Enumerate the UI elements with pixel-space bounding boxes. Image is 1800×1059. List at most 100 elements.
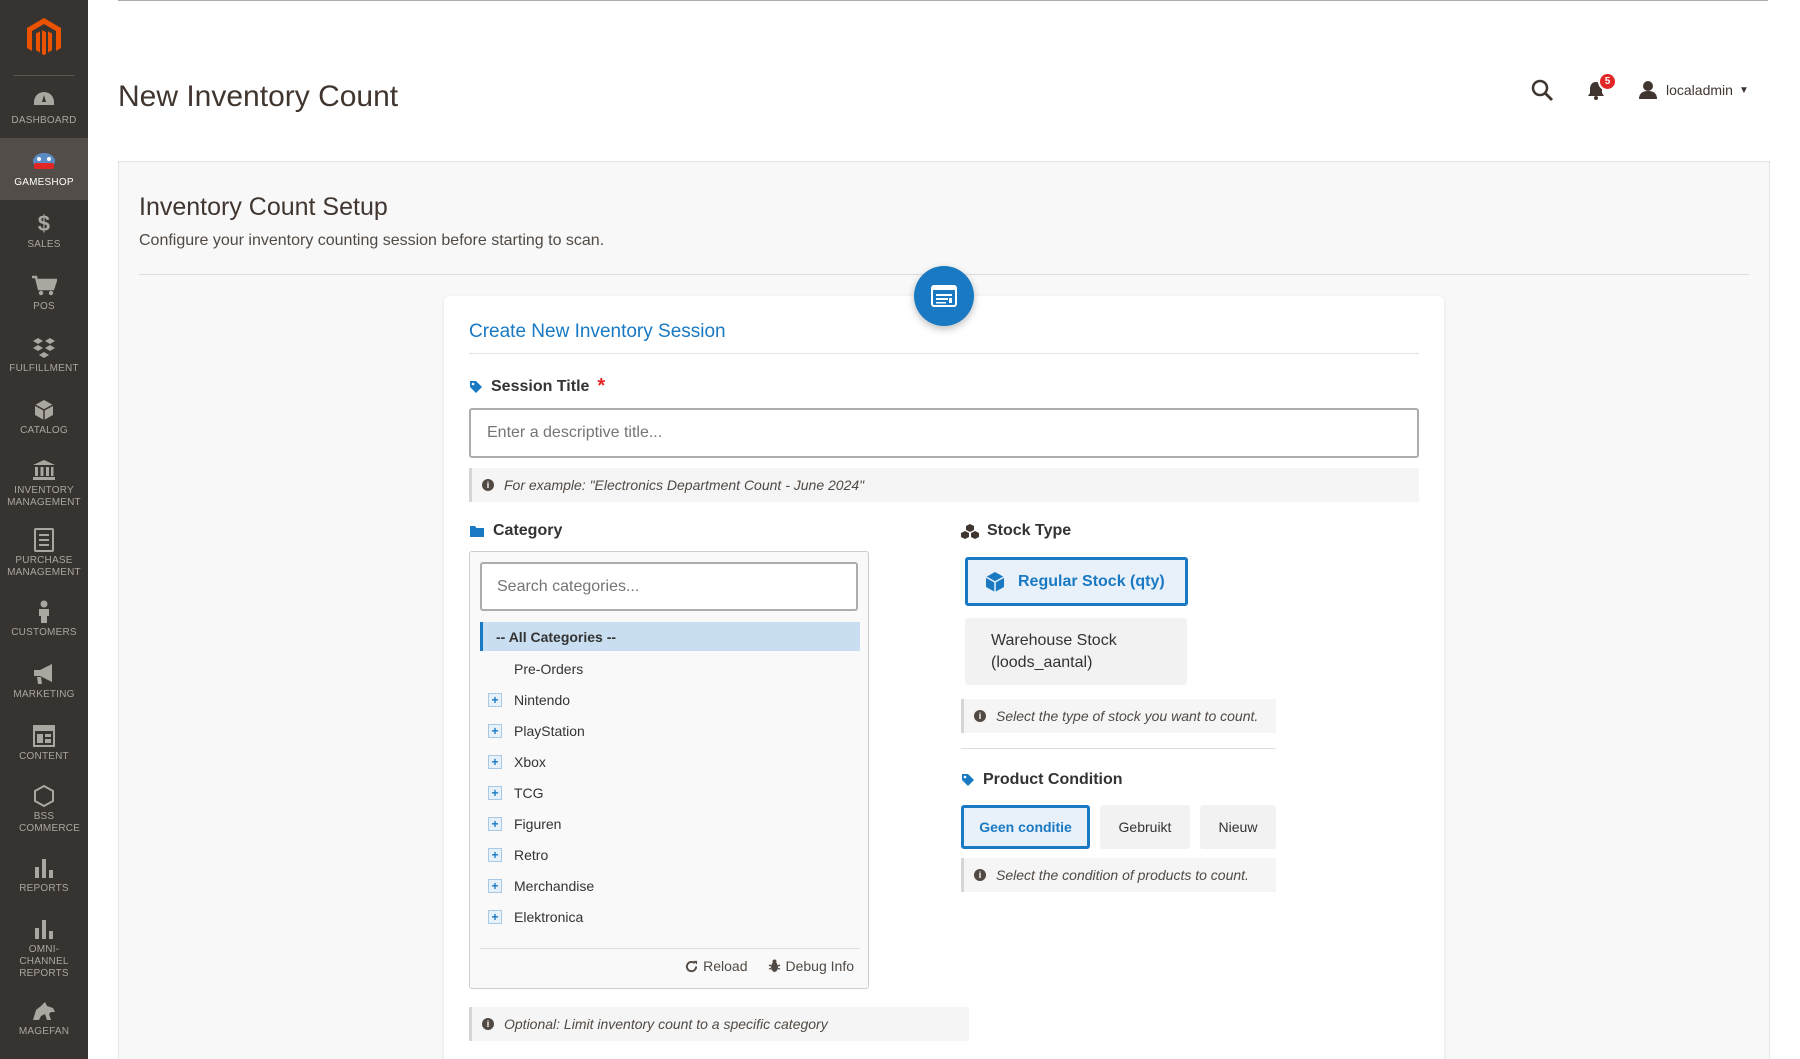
dollar-icon: $ xyxy=(37,210,51,236)
debug-info-button[interactable]: Debug Info xyxy=(768,958,854,974)
header-actions: 5 localadmin ▼ xyxy=(1530,72,1749,102)
bar-chart-icon xyxy=(34,917,54,941)
create-session-card: Create New Inventory Session Session Tit… xyxy=(444,266,1444,1059)
nav-label: CATALOG xyxy=(20,424,68,436)
nav-marketing[interactable]: MARKETING xyxy=(0,650,88,712)
inventory-setup-panel: Inventory Count Setup Configure your inv… xyxy=(118,161,1770,1059)
condition-gebruikt-button[interactable]: Gebruikt xyxy=(1100,805,1190,849)
condition-geen-conditie-button[interactable]: Geen conditie xyxy=(961,805,1090,849)
nav-label: FULFILLMENT xyxy=(9,362,79,374)
tree-item-pre-orders[interactable]: Pre-Orders xyxy=(480,653,860,684)
cube-icon xyxy=(985,571,1005,592)
nav-inventory-management[interactable]: INVENTORY MANAGEMENT xyxy=(0,448,88,518)
top-divider xyxy=(118,0,1768,1)
nav-label: REPORTS xyxy=(19,882,69,894)
expand-plus-icon[interactable]: + xyxy=(488,785,502,800)
session-title-label: Session Title * xyxy=(469,375,605,398)
nav-magefan[interactable]: MAGEFAN xyxy=(0,990,88,1046)
hexagon-icon xyxy=(34,784,54,808)
user-icon xyxy=(1639,81,1657,99)
product-condition-label: Product Condition xyxy=(961,771,1123,789)
tree-item-nintendo[interactable]: + Nintendo xyxy=(480,684,860,715)
tree-item-merchandise[interactable]: + Merchandise xyxy=(480,870,860,901)
magefan-icon xyxy=(31,999,57,1023)
dropbox-icon xyxy=(32,336,56,360)
category-hint: i Optional: Limit inventory count to a s… xyxy=(469,1007,969,1041)
hint-text: Select the condition of products to coun… xyxy=(996,867,1249,883)
category-label-text: Category xyxy=(493,522,563,539)
nav-sales[interactable]: $ SALES xyxy=(0,200,88,262)
notification-count-badge: 5 xyxy=(1598,72,1617,91)
tree-item-playstation[interactable]: + PlayStation xyxy=(480,715,860,746)
tree-actions: Reload Debug Info xyxy=(665,958,854,974)
bank-icon xyxy=(32,458,56,482)
category-search-input[interactable] xyxy=(480,562,858,611)
admin-sidebar: DASHBOARD GAMESHOP $ SALES POS FULFILLME… xyxy=(0,0,88,1059)
nav-customers[interactable]: CUSTOMERS xyxy=(0,588,88,650)
tree-item-tcg[interactable]: + TCG xyxy=(480,777,860,808)
reload-button[interactable]: Reload xyxy=(685,958,748,974)
dashboard-icon xyxy=(33,88,55,112)
required-marker: * xyxy=(597,375,606,397)
session-title-input[interactable] xyxy=(469,408,1419,458)
nav-label: SALES xyxy=(27,238,61,250)
nav-dashboard[interactable]: DASHBOARD xyxy=(0,76,88,138)
cube-icon xyxy=(33,398,55,422)
session-form-icon xyxy=(914,266,974,326)
expand-plus-icon[interactable]: + xyxy=(488,909,502,924)
expand-plus-icon[interactable]: + xyxy=(488,723,502,738)
magento-logo[interactable] xyxy=(14,0,74,76)
username: localadmin xyxy=(1666,82,1733,98)
global-search-button[interactable] xyxy=(1530,78,1554,102)
bar-chart-icon xyxy=(34,856,54,880)
tree-item-retro[interactable]: + Retro xyxy=(480,839,860,870)
expand-plus-icon[interactable]: + xyxy=(488,878,502,893)
tree-item-label: Merchandise xyxy=(514,877,595,894)
search-icon xyxy=(1531,79,1553,101)
hint-text: For example: "Electronics Department Cou… xyxy=(504,477,865,493)
nav-reports[interactable]: REPORTS xyxy=(0,844,88,906)
stock-type-warehouse-button[interactable]: Warehouse Stock (loods_aantal) xyxy=(965,618,1187,685)
nav-pos[interactable]: POS xyxy=(0,262,88,324)
nav-gameshop[interactable]: GAMESHOP xyxy=(0,138,88,200)
session-title-hint: i For example: "Electronics Department C… xyxy=(469,468,1419,502)
info-icon: i xyxy=(482,1018,494,1030)
nav-label: INVENTORY MANAGEMENT xyxy=(7,484,81,508)
nav-omni-channel-reports[interactable]: OMNI-CHANNEL REPORTS xyxy=(0,906,88,990)
refresh-icon xyxy=(686,960,698,972)
tree-item-all-categories[interactable]: -- All Categories -- xyxy=(480,622,860,651)
nav-bss-commerce[interactable]: BSS COMMERCE xyxy=(0,774,88,844)
stock-type-regular-button[interactable]: Regular Stock (qty) xyxy=(965,557,1188,606)
stock-option-label: Warehouse Stock (loods_aantal) xyxy=(991,631,1117,671)
tag-icon xyxy=(962,774,974,786)
magento-logo-icon xyxy=(27,17,61,55)
tree-item-figuren[interactable]: + Figuren xyxy=(480,808,860,839)
tree-item-label: TCG xyxy=(514,784,544,801)
nav-label: CUSTOMERS xyxy=(11,626,77,638)
nav-content[interactable]: CONTENT xyxy=(0,712,88,774)
nav-purchase-management[interactable]: PURCHASE MANAGEMENT xyxy=(0,518,88,588)
condition-nieuw-button[interactable]: Nieuw xyxy=(1200,805,1276,849)
nav-label: MARKETING xyxy=(13,688,75,700)
user-account-menu[interactable]: localadmin ▼ xyxy=(1638,80,1749,100)
tree-item-label: Retro xyxy=(514,846,549,863)
nav-label: POS xyxy=(33,300,55,312)
expand-plus-icon[interactable]: + xyxy=(488,847,502,862)
condition-hint: i Select the condition of products to co… xyxy=(961,858,1276,892)
cart-icon xyxy=(31,274,57,298)
nav-label: OMNI-CHANNEL REPORTS xyxy=(19,943,69,979)
list-alt-icon xyxy=(931,285,957,307)
expand-plus-icon[interactable]: + xyxy=(488,692,502,707)
expand-plus-icon[interactable]: + xyxy=(488,754,502,769)
nav-catalog[interactable]: CATALOG xyxy=(0,386,88,448)
nav-label: BSS COMMERCE xyxy=(19,810,81,834)
stock-type-hint: i Select the type of stock you want to c… xyxy=(961,699,1276,733)
divider xyxy=(469,353,1419,354)
notifications-button[interactable]: 5 xyxy=(1586,72,1617,100)
nav-fulfillment[interactable]: FULFILLMENT xyxy=(0,324,88,386)
tree-item-xbox[interactable]: + Xbox xyxy=(480,746,860,777)
expand-plus-icon[interactable]: + xyxy=(488,816,502,831)
tree-item-label: Xbox xyxy=(514,753,546,770)
folder-icon xyxy=(470,526,484,537)
tree-item-elektronica[interactable]: + Elektronica xyxy=(480,901,860,932)
